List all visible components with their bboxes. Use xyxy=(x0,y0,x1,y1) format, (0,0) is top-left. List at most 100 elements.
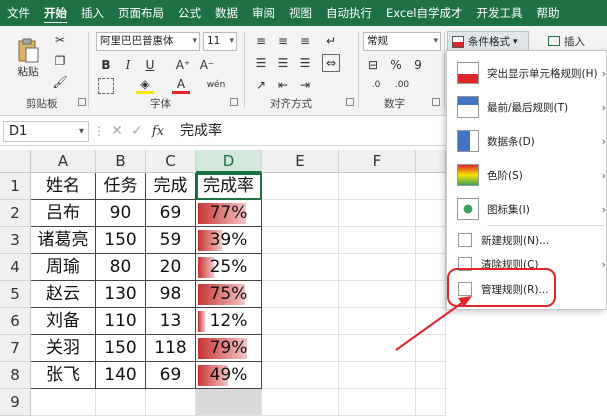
menu-item-top-bottom-rules[interactable]: 最前/最后规则(T) › xyxy=(447,91,607,123)
tab-help[interactable]: 帮助 xyxy=(529,0,566,26)
name-cell[interactable]: 张飞 xyxy=(31,362,96,389)
align-right-icon[interactable]: ☰ xyxy=(296,54,314,72)
menu-item-color-scales[interactable]: 色阶(S) › xyxy=(447,159,607,191)
rate-cell[interactable]: 75% xyxy=(196,281,262,308)
cell[interactable] xyxy=(262,227,339,254)
italic-button[interactable]: I xyxy=(120,56,136,74)
clipboard-launcher-icon[interactable] xyxy=(78,98,86,106)
column-header-c[interactable]: C xyxy=(146,150,196,173)
rate-cell[interactable]: 49% xyxy=(196,362,262,389)
row-header-6[interactable]: 6 xyxy=(0,308,31,335)
cell[interactable] xyxy=(339,389,416,416)
cell[interactable] xyxy=(262,173,339,200)
align-middle-icon[interactable]: ≡ xyxy=(274,32,292,50)
cell[interactable] xyxy=(416,281,446,308)
decrease-indent-icon[interactable]: ⇤ xyxy=(274,76,292,94)
cell[interactable] xyxy=(262,254,339,281)
row-header-9[interactable]: 9 xyxy=(0,389,31,416)
header-cell[interactable]: 姓名 xyxy=(31,173,96,200)
cell[interactable] xyxy=(339,362,416,389)
done-cell[interactable]: 13 xyxy=(146,308,196,335)
column-header-e[interactable]: E xyxy=(262,150,339,173)
done-cell[interactable]: 98 xyxy=(146,281,196,308)
task-cell[interactable]: 80 xyxy=(96,254,146,281)
tab-excel-self-study[interactable]: Excel自学成才 xyxy=(379,0,469,26)
rate-cell[interactable]: 12% xyxy=(196,308,262,335)
cell[interactable] xyxy=(416,335,446,362)
done-cell[interactable]: 20 xyxy=(146,254,196,281)
row-header-4[interactable]: 4 xyxy=(0,254,31,281)
rate-cell[interactable]: 25% xyxy=(196,254,262,281)
rate-cell[interactable]: 77% xyxy=(196,200,262,227)
cell[interactable] xyxy=(262,308,339,335)
column-header-b[interactable]: B xyxy=(96,150,146,173)
cell[interactable] xyxy=(31,389,96,416)
cell[interactable] xyxy=(262,362,339,389)
underline-button[interactable]: U xyxy=(142,56,158,74)
number-format-combo[interactable]: 常规 ▾ xyxy=(363,32,441,51)
orientation-icon[interactable]: ↗ xyxy=(252,76,270,94)
format-painter-icon[interactable]: 🖌 xyxy=(52,74,68,90)
menu-item-clear-rules[interactable]: 清除规则(C) › xyxy=(447,253,607,275)
name-box[interactable]: D1 ▾ xyxy=(3,121,89,142)
done-cell[interactable]: 69 xyxy=(146,362,196,389)
number-launcher-icon[interactable] xyxy=(432,98,440,106)
cell[interactable] xyxy=(96,389,146,416)
rate-cell[interactable]: 79% xyxy=(196,335,262,362)
cancel-icon[interactable]: ✕ xyxy=(108,122,126,140)
more-options-icon[interactable]: ⋮ xyxy=(93,122,105,140)
name-cell[interactable]: 赵云 xyxy=(31,281,96,308)
menu-item-manage-rules[interactable]: 管理规则(R)... xyxy=(447,277,607,301)
cell[interactable] xyxy=(339,335,416,362)
bold-button[interactable]: B xyxy=(98,56,114,74)
merge-cells-icon[interactable]: ⇔ xyxy=(322,54,340,72)
comma-style-button[interactable]: 9 xyxy=(410,56,426,74)
task-cell[interactable]: 90 xyxy=(96,200,146,227)
column-header-a[interactable]: A xyxy=(31,150,96,173)
paste-button[interactable]: 粘贴 xyxy=(10,34,46,82)
cell[interactable] xyxy=(416,227,446,254)
row-header-2[interactable]: 2 xyxy=(0,200,31,227)
row-header-8[interactable]: 8 xyxy=(0,362,31,389)
phonetic-icon[interactable]: wén xyxy=(206,76,226,94)
tab-page-layout[interactable]: 页面布局 xyxy=(111,0,171,26)
cell[interactable] xyxy=(416,389,446,416)
tab-file[interactable]: 文件 xyxy=(0,0,37,26)
decrease-decimal-icon[interactable]: .00 xyxy=(392,77,412,93)
conditional-format-button[interactable]: 条件格式 ▾ xyxy=(447,31,529,52)
done-cell[interactable]: 69 xyxy=(146,200,196,227)
row-header-3[interactable]: 3 xyxy=(0,227,31,254)
cell[interactable] xyxy=(416,200,446,227)
tab-review[interactable]: 审阅 xyxy=(245,0,282,26)
task-cell[interactable]: 150 xyxy=(96,227,146,254)
select-all-corner[interactable] xyxy=(0,150,31,173)
alignment-launcher-icon[interactable] xyxy=(346,98,354,106)
align-center-icon[interactable]: ☰ xyxy=(274,54,292,72)
cell[interactable] xyxy=(262,281,339,308)
cell[interactable] xyxy=(339,227,416,254)
task-cell[interactable]: 150 xyxy=(96,335,146,362)
cell[interactable] xyxy=(416,362,446,389)
cell[interactable] xyxy=(416,308,446,335)
cell[interactable] xyxy=(339,308,416,335)
borders-icon[interactable] xyxy=(98,78,114,94)
align-left-icon[interactable]: ☰ xyxy=(252,54,270,72)
insert-cells-button[interactable]: 插入 xyxy=(548,32,604,50)
font-color-icon[interactable]: A xyxy=(172,76,190,94)
increase-decimal-icon[interactable]: .0 xyxy=(366,77,386,93)
row-header-1[interactable]: 1 xyxy=(0,173,31,200)
cell[interactable] xyxy=(146,389,196,416)
name-cell[interactable]: 刘备 xyxy=(31,308,96,335)
increase-indent-icon[interactable]: ⇥ xyxy=(296,76,314,94)
tab-developer[interactable]: 开发工具 xyxy=(469,0,529,26)
cell[interactable] xyxy=(416,173,446,200)
tab-automate[interactable]: 自动执行 xyxy=(319,0,379,26)
task-cell[interactable]: 130 xyxy=(96,281,146,308)
menu-item-highlight-rules[interactable]: 突出显示单元格规则(H) › xyxy=(447,57,607,89)
currency-icon[interactable]: ⊟ xyxy=(364,56,382,74)
done-cell[interactable]: 118 xyxy=(146,335,196,362)
font-size-combo[interactable]: 11 ▾ xyxy=(203,32,237,51)
name-cell[interactable]: 诸葛亮 xyxy=(31,227,96,254)
rate-cell[interactable]: 39% xyxy=(196,227,262,254)
task-cell[interactable]: 140 xyxy=(96,362,146,389)
